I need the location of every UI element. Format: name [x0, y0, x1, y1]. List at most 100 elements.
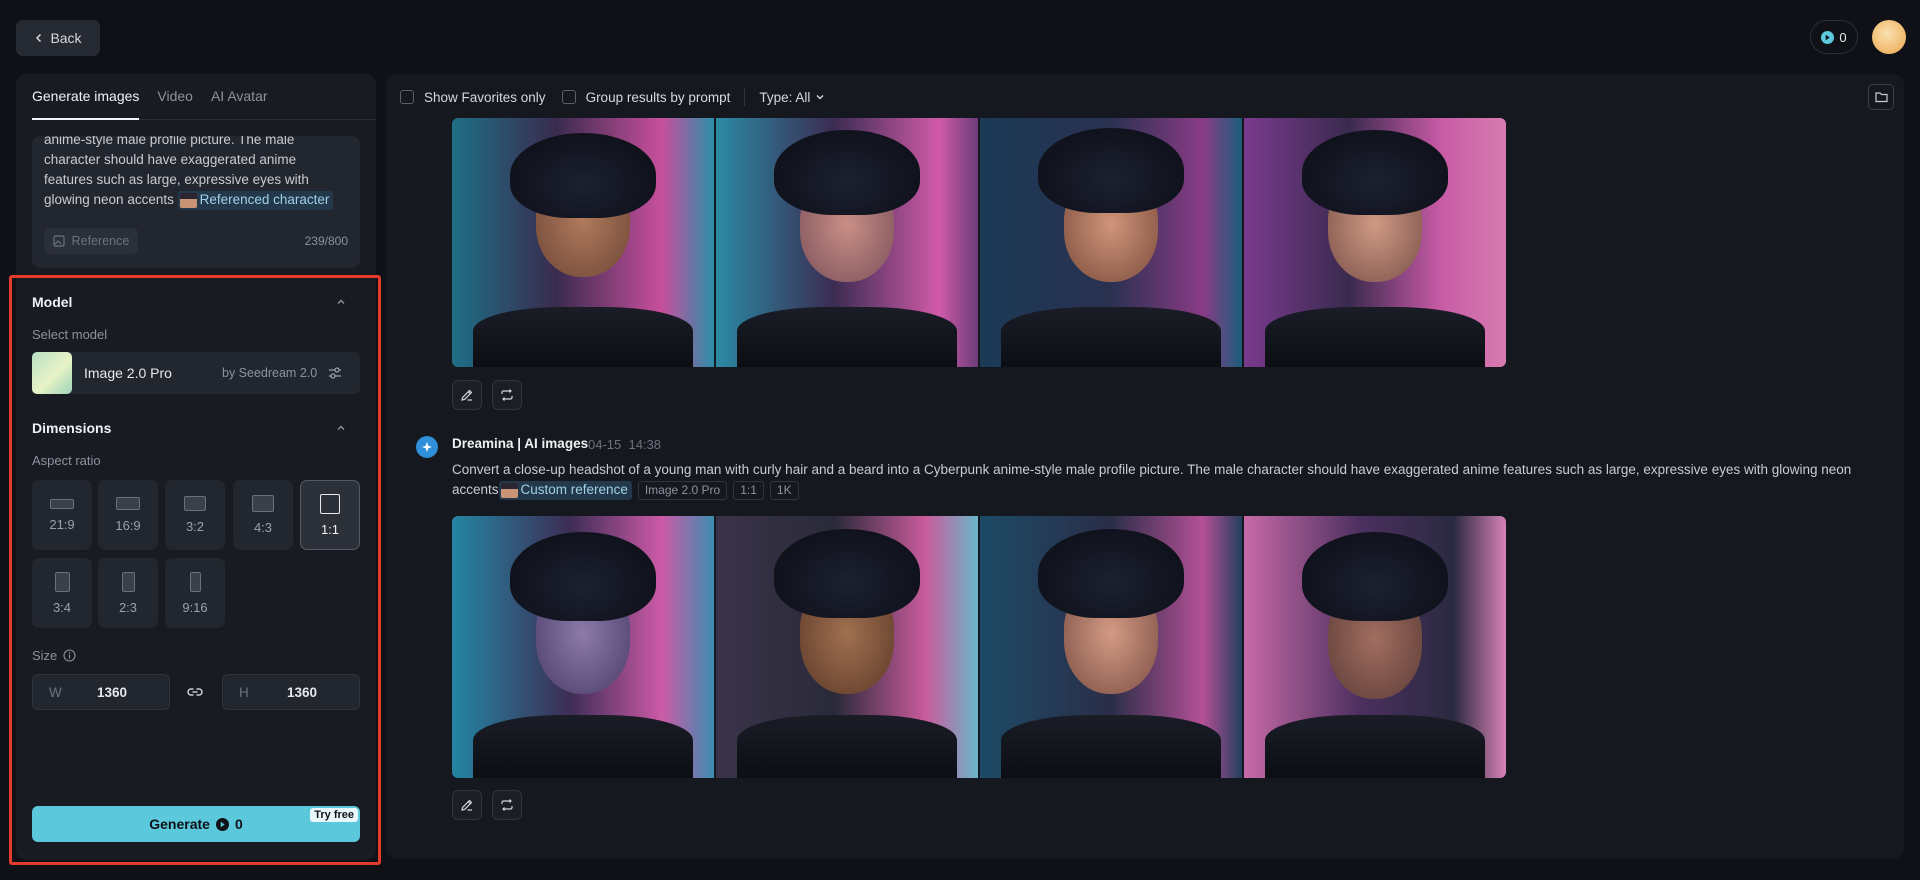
ratio-3-4[interactable]: 3:4: [32, 558, 92, 628]
folder-button[interactable]: [1868, 84, 1894, 110]
chevron-up-icon[interactable]: [336, 423, 346, 433]
tab-video[interactable]: Video: [157, 84, 193, 120]
repeat-icon: [501, 389, 513, 401]
ratio-label: 16:9: [115, 518, 141, 533]
image-row: [452, 516, 1506, 778]
edit-button[interactable]: [452, 790, 482, 820]
mode-tabs: Generate images Video AI Avatar: [32, 84, 376, 120]
entry-time: 14:38: [628, 437, 662, 452]
prompt-line: glowing neon accents Referenced characte…: [44, 190, 344, 210]
folder-icon: [1874, 92, 1888, 103]
credits-badge[interactable]: 0: [1810, 20, 1858, 54]
entry-timestamp: 04-15 14:38: [588, 437, 661, 452]
select-model-label: Select model: [32, 327, 108, 342]
ratio-shape: [116, 497, 140, 510]
ratio-4-3[interactable]: 4:3: [233, 480, 293, 550]
info-icon[interactable]: [63, 649, 76, 662]
entry-date: 04-15: [588, 437, 622, 452]
ratio-2-3[interactable]: 2:3: [98, 558, 158, 628]
edit-button[interactable]: [452, 380, 482, 410]
reference-button-label: Reference: [71, 234, 130, 248]
prompt-line-text: glowing neon accents: [44, 192, 174, 207]
ratio-16-9[interactable]: 16:9: [98, 480, 158, 550]
ratio-label: 9:16: [182, 599, 208, 615]
credit-icon: [215, 817, 229, 831]
chevron-up-icon[interactable]: [336, 297, 346, 307]
generated-image[interactable]: [716, 118, 978, 367]
generated-image[interactable]: [1244, 118, 1506, 367]
ratio-shape: [50, 498, 74, 509]
chevron-down-icon[interactable]: [815, 92, 825, 102]
ratio-shape: [189, 571, 201, 592]
model-provider: by Seedream 2.0: [222, 366, 318, 380]
favorites-label[interactable]: Show Favorites only: [424, 90, 546, 105]
custom-reference-chip[interactable]: Custom reference: [498, 480, 632, 500]
regenerate-button[interactable]: [492, 790, 522, 820]
referenced-character-chip[interactable]: Referenced character: [177, 190, 334, 210]
model-section-title: Model: [32, 294, 73, 310]
ratio-1-1[interactable]: 1:1: [300, 480, 360, 550]
pencil-icon: [461, 799, 473, 811]
repeat-icon: [501, 799, 513, 811]
custom-reference-label: Custom reference: [520, 482, 628, 498]
tab-generate-images[interactable]: Generate images: [32, 84, 140, 120]
aspect-ratio-label: Aspect ratio: [32, 453, 101, 468]
ratio-shape: [184, 496, 206, 511]
ratio-label: 3:2: [185, 519, 205, 534]
dreamina-logo-icon: [416, 436, 438, 458]
width-field[interactable]: W 1360: [32, 674, 170, 710]
generated-image[interactable]: [716, 516, 978, 778]
dimensions-section-title: Dimensions: [32, 420, 112, 436]
height-value: 1360: [287, 685, 318, 700]
generate-button[interactable]: Generate 0 Try free: [32, 806, 360, 842]
generated-image[interactable]: [452, 516, 714, 778]
entry-author: Dreamina | AI images: [452, 436, 589, 451]
pencil-icon: [461, 389, 473, 401]
height-field[interactable]: H 1360: [222, 674, 360, 710]
width-key: W: [49, 685, 62, 700]
ratio-21-9[interactable]: 21:9: [32, 480, 92, 550]
group-label[interactable]: Group results by prompt: [586, 90, 731, 105]
generate-cost: 0: [234, 816, 243, 832]
generated-image[interactable]: [980, 118, 1242, 367]
reference-thumb-icon: [500, 482, 518, 498]
regenerate-button[interactable]: [492, 380, 522, 410]
favorites-checkbox[interactable]: [400, 90, 414, 104]
image-row: [452, 118, 1506, 367]
type-filter[interactable]: Type: All: [759, 90, 810, 105]
tab-ai-avatar[interactable]: AI Avatar: [211, 84, 268, 120]
character-counter: 239/800: [304, 234, 348, 248]
ratio-label: 1:1: [320, 521, 340, 537]
generate-label: Generate: [149, 816, 210, 832]
model-thumbnail: [32, 352, 72, 394]
back-label: Back: [50, 30, 82, 46]
link-icon[interactable]: [186, 684, 204, 700]
prompt-line: character should have exaggerated anime: [44, 152, 297, 167]
ratio-shape: [320, 493, 340, 514]
model-selector[interactable]: Image 2.0 Pro by Seedream 2.0: [32, 352, 360, 394]
ratio-9-16[interactable]: 9:16: [165, 558, 225, 628]
entry-prompt: Convert a close-up headshot of a young m…: [452, 460, 1862, 500]
user-avatar[interactable]: [1872, 20, 1906, 54]
width-value: 1360: [97, 685, 128, 700]
ratio-3-2[interactable]: 3:2: [165, 480, 225, 550]
model-tag: Image 2.0 Pro: [637, 480, 728, 500]
resolution-tag: 1K: [769, 480, 799, 500]
back-button[interactable]: Back: [16, 20, 100, 56]
credits-count: 0: [1839, 29, 1847, 45]
character-thumb-icon: [179, 192, 197, 208]
credit-icon: [1821, 30, 1835, 44]
image-add-icon: [53, 234, 65, 247]
sliders-icon[interactable]: [327, 365, 343, 381]
reference-button[interactable]: Reference: [44, 228, 138, 254]
prompt-line: features such as large, expressive eyes …: [44, 172, 309, 187]
generated-image[interactable]: [980, 516, 1242, 778]
prompt-input[interactable]: anime-style male profile picture. The ma…: [32, 136, 360, 268]
ratio-label: 2:3: [118, 599, 138, 615]
generated-image[interactable]: [1244, 516, 1506, 778]
height-key: H: [239, 685, 249, 700]
ratio-label: 3:4: [52, 599, 72, 615]
group-checkbox[interactable]: [561, 90, 576, 104]
generated-image[interactable]: [452, 118, 714, 367]
ratio-shape: [121, 571, 135, 592]
